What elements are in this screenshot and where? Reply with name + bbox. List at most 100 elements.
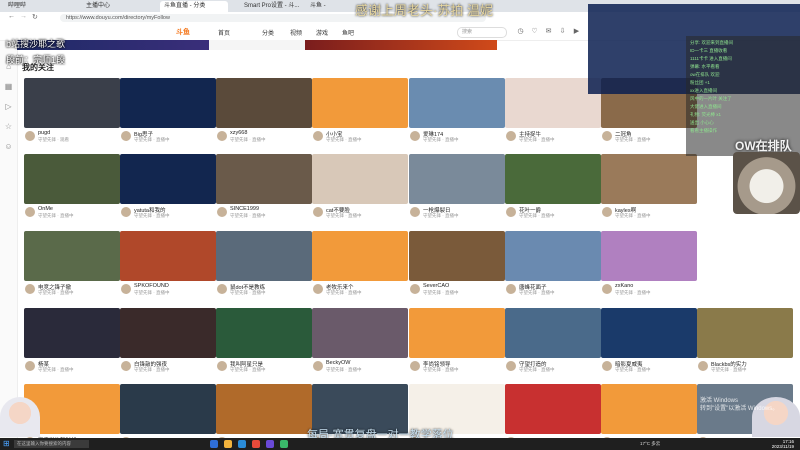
stream-thumbnail[interactable] — [24, 78, 120, 128]
stream-card[interactable] — [120, 384, 216, 438]
stream-thumbnail[interactable] — [312, 78, 408, 128]
stream-card[interactable]: 一枪爆裂日 守望先锋 · 直播中 — [409, 154, 505, 227]
streamer-avatar[interactable] — [25, 284, 35, 294]
streamer-avatar[interactable] — [25, 361, 35, 371]
nav-video[interactable]: 视频 — [290, 28, 302, 37]
nav-game[interactable]: 游戏 — [316, 28, 328, 37]
download-icon[interactable]: ⇩ — [558, 27, 567, 35]
streamer-avatar[interactable] — [602, 284, 612, 294]
stream-thumbnail[interactable] — [24, 154, 120, 204]
stream-card[interactable]: SeverCAO 守望先锋 · 直播中 — [409, 231, 505, 304]
stream-card[interactable]: 爱琳174 守望先锋 · 直播中 — [409, 78, 505, 151]
follow-icon[interactable]: ♡ — [530, 27, 539, 35]
clock[interactable]: 17:16 2023/11/19 — [760, 439, 794, 449]
windows-start-icon[interactable]: ⊞ — [3, 439, 10, 448]
stream-thumbnail[interactable] — [505, 308, 601, 358]
stream-thumbnail[interactable] — [601, 231, 697, 281]
stream-card[interactable]: 鼠dot不是教练 守望先锋 · 直播中 — [216, 231, 312, 304]
forward-icon[interactable]: → — [20, 13, 27, 20]
stream-card[interactable]: Blackbs的实力 守望先锋 · 直播中 — [697, 308, 793, 381]
weather-indicator[interactable]: 17°C 多云 — [640, 441, 660, 447]
stream-thumbnail[interactable] — [216, 78, 312, 128]
message-icon[interactable]: ✉ — [544, 27, 553, 35]
history-icon[interactable]: ◷ — [516, 27, 525, 35]
streamer-avatar[interactable] — [121, 207, 131, 217]
stream-thumbnail[interactable] — [24, 308, 120, 358]
stream-thumbnail[interactable] — [120, 154, 216, 204]
stream-thumbnail[interactable] — [697, 308, 793, 358]
stream-thumbnail[interactable] — [24, 231, 120, 281]
streamer-avatar[interactable] — [25, 131, 35, 141]
streamer-avatar[interactable] — [313, 207, 323, 217]
stream-card[interactable]: OnMe 守望先锋 · 直播中 — [24, 154, 120, 227]
streamer-avatar[interactable] — [410, 361, 420, 371]
stream-card[interactable]: 守望打造的 守望先锋 · 直播中 — [505, 308, 601, 381]
stream-thumbnail[interactable] — [409, 231, 505, 281]
stream-thumbnail[interactable] — [120, 78, 216, 128]
nav-fishbar[interactable]: 鱼吧 — [342, 28, 354, 37]
streamer-avatar[interactable] — [506, 131, 516, 141]
search-input[interactable]: 搜索 — [457, 27, 507, 38]
stream-thumbnail[interactable] — [409, 308, 505, 358]
streamer-name[interactable]: OnMe — [38, 206, 118, 212]
explorer-icon[interactable] — [224, 440, 232, 448]
streamer-avatar[interactable] — [506, 284, 516, 294]
reload-icon[interactable]: ↻ — [32, 13, 38, 21]
stream-thumbnail[interactable] — [505, 231, 601, 281]
stream-thumbnail[interactable] — [120, 384, 216, 434]
back-icon[interactable]: ← — [8, 13, 15, 20]
stream-card[interactable]: SINCE1999 守望先锋 · 直播中 — [216, 154, 312, 227]
site-logo[interactable]: 斗鱼 — [176, 27, 190, 37]
stream-card[interactable] — [216, 384, 312, 438]
stream-card[interactable]: kayles啊 守望先锋 · 直播中 — [601, 154, 697, 227]
stream-card[interactable]: 小小宝 守望先锋 · 直播中 — [312, 78, 408, 151]
stream-thumbnail[interactable] — [216, 308, 312, 358]
streamer-avatar[interactable] — [217, 131, 227, 141]
stream-card[interactable] — [505, 384, 601, 438]
stream-thumbnail[interactable] — [312, 231, 408, 281]
app-icon[interactable] — [280, 440, 288, 448]
stream-thumbnail[interactable] — [505, 154, 601, 204]
streamer-avatar[interactable] — [121, 361, 131, 371]
stream-thumbnail[interactable] — [601, 154, 697, 204]
stream-thumbnail[interactable] — [312, 308, 408, 358]
nav-category[interactable]: 分类 — [262, 28, 274, 37]
stream-thumbnail[interactable] — [601, 308, 697, 358]
browser-tab[interactable]: 斗鱼 - — [306, 1, 354, 12]
stream-card[interactable]: 暗影夏威夷 守望先锋 · 直播中 — [601, 308, 697, 381]
stream-card[interactable]: BeckyOW 守望先锋 · 直播中 — [312, 308, 408, 381]
stream-card[interactable] — [601, 384, 697, 438]
streamer-avatar[interactable] — [313, 284, 323, 294]
streamer-name[interactable]: SINCE1999 — [230, 206, 310, 212]
stream-card[interactable]: pugd 守望先锋 · 观看 — [24, 78, 120, 151]
streamer-avatar[interactable] — [410, 207, 420, 217]
stream-card[interactable]: 杨某 守望先锋 · 直播中 — [24, 308, 120, 381]
taskbar-search-input[interactable]: 在这里输入你要搜索的内容 — [14, 440, 89, 448]
streamer-name[interactable]: SeverCAO — [423, 283, 503, 289]
stream-card[interactable]: cat不要脸 守望先锋 · 直播中 — [312, 154, 408, 227]
stream-card[interactable]: SPKOFOUND 守望先锋 · 直播中 — [120, 231, 216, 304]
stream-thumbnail[interactable] — [120, 231, 216, 281]
category-icon[interactable]: ▦ — [3, 81, 14, 92]
nav-home[interactable]: 首页 — [218, 28, 230, 37]
stream-thumbnail[interactable] — [216, 154, 312, 204]
stream-thumbnail[interactable] — [216, 384, 312, 434]
stream-thumbnail[interactable] — [505, 78, 601, 128]
edge-icon[interactable] — [238, 440, 246, 448]
stream-card[interactable]: 电竞之锋子撤 守望先锋 · 直播中 — [24, 231, 120, 304]
user-icon[interactable]: ☺ — [3, 141, 14, 152]
browser-tab[interactable]: 哔哩哔 — [4, 1, 64, 12]
star-icon[interactable]: ☆ — [3, 121, 14, 132]
stream-card[interactable]: Big思子 守望先锋 · 直播中 — [120, 78, 216, 151]
streamer-avatar[interactable] — [506, 361, 516, 371]
streamer-avatar[interactable] — [217, 207, 227, 217]
streamer-avatar[interactable] — [602, 207, 612, 217]
stream-thumbnail[interactable] — [120, 308, 216, 358]
streamer-name[interactable]: BeckyOW — [326, 360, 406, 366]
stream-thumbnail[interactable] — [216, 231, 312, 281]
streamer-avatar[interactable] — [25, 207, 35, 217]
browser-tab[interactable]: Smart Pro设置 - 斗... — [240, 1, 308, 12]
stream-card[interactable]: zxKano 守望先锋 · 直播中 — [601, 231, 697, 304]
stream-thumbnail[interactable] — [409, 154, 505, 204]
stream-card[interactable]: xzy668 守望先锋 · 直播中 — [216, 78, 312, 151]
